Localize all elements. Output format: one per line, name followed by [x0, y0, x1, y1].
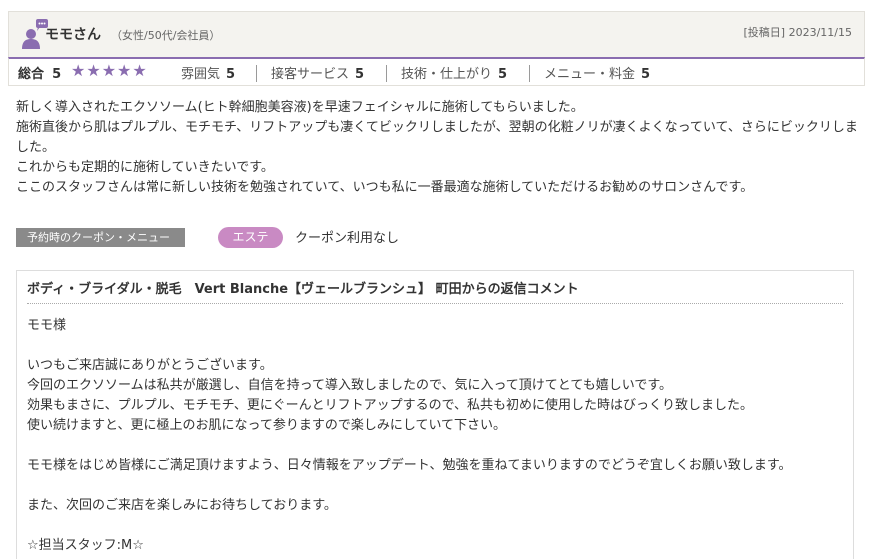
post-date: [投稿日] 2023/11/15	[743, 26, 852, 39]
reply-line: いつもご来店誠にありがとうございます。	[27, 358, 273, 373]
rating-item-label: メニュー・料金	[544, 67, 636, 82]
coupon-menu-label: 予約時のクーポン・メニュー	[16, 228, 185, 247]
reply-line	[27, 516, 845, 536]
rating-item-menu-price: メニュー・料金 5	[544, 63, 650, 82]
reviewer-meta: （女性/50代/会社員）	[111, 29, 221, 42]
review-line: これからも定期的に施術していきたいです。	[16, 160, 274, 175]
rating-item-label: 雰囲気	[181, 67, 221, 82]
rating-item-value: 5	[641, 67, 651, 82]
review-line: 新しく導入されたエクソソーム(ヒト幹細胞美容液)を早速フェイシャルに施術してもら…	[16, 100, 584, 115]
reply-title: ボディ・ブライダル・脱毛 Vert Blanche【ヴェールブランシュ】 町田か…	[27, 282, 579, 297]
rating-item-value: 5	[355, 67, 365, 82]
reply-line	[27, 336, 845, 356]
review-body: 新しく導入されたエクソソーム(ヒト幹細胞美容液)を早速フェイシャルに施術してもら…	[16, 98, 861, 198]
reply-line: 今回のエクソソームは私共が厳選し、自信を持って導入致しましたので、気に入って頂け…	[27, 378, 673, 393]
overall-value: 5	[52, 67, 62, 82]
reply-text: モモ様 いつもご来店誠にありがとうございます。 今回のエクソソームは私共が厳選し…	[27, 316, 845, 556]
coupon-category-tag[interactable]: エステ	[218, 227, 283, 248]
review-header: モモさん （女性/50代/会社員） [投稿日] 2023/11/15	[8, 11, 865, 57]
rating-divider	[386, 65, 387, 82]
rating-item-technique: 技術・仕上がり 5	[401, 63, 507, 82]
coupon-status: クーポン利用なし	[295, 231, 400, 246]
rating-bar: 総合 5 ★★★★★ 雰囲気 5 接客サービス 5 技術・仕上がり 5 メニュー・料金…	[8, 57, 865, 86]
reply-line: 使い続けますと、更に極上のお肌になって参りますので楽しみにしていて下さい。	[27, 418, 507, 433]
rating-item-value: 5	[226, 67, 236, 82]
reply-line: モモ様	[27, 318, 67, 333]
overall-rating: 総合 5	[18, 63, 61, 82]
reply-line: また、次回のご来店を楽しみにお待ちしております。	[27, 498, 337, 513]
rating-divider	[256, 65, 257, 82]
review-line: ここのスタッフさんは常に新しい技術を勉強されていて、いつも私に一番最適な施術して…	[16, 180, 754, 195]
reply-divider	[27, 303, 843, 304]
star-rating-icon: ★★★★★	[71, 61, 148, 80]
reply-line	[27, 436, 845, 456]
review-line: 施術直後から肌はプルプル、モチモチ、リフトアップも凄くてビックリしましたが、翌朝…	[16, 120, 858, 155]
rating-item-label: 接客サービス	[271, 67, 350, 82]
reply-line	[27, 476, 845, 496]
rating-item-service: 接客サービス 5	[271, 63, 364, 82]
rating-item-value: 5	[498, 67, 508, 82]
reply-line: ☆担当スタッフ:M☆	[27, 538, 144, 553]
rating-item-label: 技術・仕上がり	[401, 67, 493, 82]
rating-divider	[529, 65, 530, 82]
salon-reply-box: ボディ・ブライダル・脱毛 Vert Blanche【ヴェールブランシュ】 町田か…	[16, 270, 854, 559]
reply-line: 効果もまさに、プルプル、モチモチ、更にぐーんとリフトアップするので、私共も初めに…	[27, 398, 754, 413]
overall-label: 総合	[18, 67, 45, 82]
reply-line: モモ様をはじめ皆様にご満足頂けますよう、日々情報をアップデート、勉強を重ねてまい…	[27, 458, 792, 473]
reviewer-name: モモさん	[45, 27, 101, 43]
rating-item-atmosphere: 雰囲気 5	[181, 63, 235, 82]
